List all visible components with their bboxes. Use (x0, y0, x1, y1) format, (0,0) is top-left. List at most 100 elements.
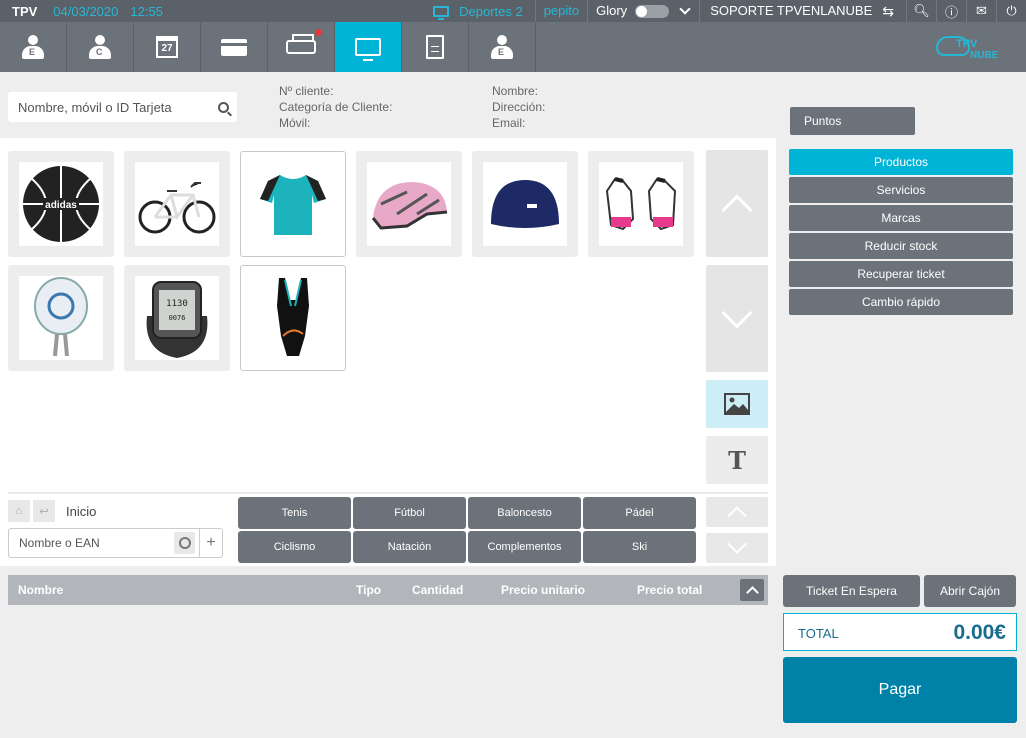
client-number-label: Nº cliente: (279, 84, 334, 98)
breadcrumb-current: Inicio (66, 503, 97, 519)
customer-e-icon: E (22, 35, 44, 59)
add-icon[interactable]: + (199, 529, 222, 557)
ean-search[interactable]: + (8, 528, 223, 558)
points-button[interactable]: Puntos (790, 107, 915, 135)
category-futbol[interactable]: Fútbol (353, 497, 466, 529)
home-icon[interactable]: ⌂ (8, 500, 30, 522)
menu-productos[interactable]: Productos (789, 149, 1013, 175)
pay-button[interactable]: Pagar (783, 657, 1017, 723)
padel-racket-image (19, 276, 103, 360)
swimsuit-image (251, 276, 335, 360)
product-tile-swim-cap[interactable] (472, 151, 578, 257)
scan-target-icon[interactable] (174, 532, 196, 554)
calendar-icon: 27 (156, 36, 178, 58)
svg-text:0076: 0076 (169, 314, 186, 322)
power-icon[interactable]: ⏻ (996, 0, 1026, 22)
breadcrumb: ⌂ ↩ Inicio (8, 500, 96, 522)
bicycle-image (135, 162, 219, 246)
back-icon[interactable]: ↩ (33, 500, 55, 522)
customer-c-icon: C (89, 35, 111, 59)
column-tipo: Tipo (356, 583, 382, 597)
swap-arrows-icon[interactable]: ⇆ (882, 3, 894, 20)
product-area: adidas 1130 0076 T ⌂ ↩ Inicio Nombre o E… (0, 138, 776, 566)
client-email-label: Email: (492, 116, 526, 130)
ticket-hold-button[interactable]: Ticket En Espera (783, 575, 920, 607)
notification-badge (315, 29, 322, 36)
main-toolbar: E C 27 E TPV NUBE (0, 22, 1026, 72)
toolbar-calendar[interactable]: 27 (134, 22, 201, 72)
product-tile-bicycle[interactable] (124, 151, 230, 257)
menu-marcas[interactable]: Marcas (789, 205, 1013, 231)
chevron-down-icon (721, 296, 753, 329)
glory-label: Glory (587, 0, 627, 22)
customer-search[interactable] (8, 92, 237, 122)
ticket-table-header: Nombre Tipo Cantidad Precio unitario Pre… (8, 575, 768, 605)
divider (8, 492, 768, 494)
toolbar-sales-screen[interactable] (335, 22, 402, 72)
toolbar-customer-e[interactable]: E (0, 22, 67, 72)
categories-scroll-down-button[interactable] (706, 533, 768, 563)
chevron-up-icon (721, 193, 753, 226)
total-box: TOTAL 0.00€ (783, 613, 1017, 651)
client-name-label: Nombre: (492, 84, 539, 98)
toolbar-employee-exit[interactable]: E (469, 22, 536, 72)
image-view-button[interactable] (706, 380, 768, 428)
toolbar-documents[interactable] (402, 22, 469, 72)
category-ciclismo[interactable]: Ciclismo (238, 531, 351, 563)
swim-cap-image (483, 162, 567, 246)
chevron-down-icon[interactable] (679, 3, 691, 15)
product-tile-helmet[interactable] (356, 151, 462, 257)
category-padel[interactable]: Pádel (583, 497, 696, 529)
basketball-image: adidas (19, 162, 103, 246)
category-baloncesto[interactable]: Baloncesto (468, 497, 581, 529)
menu-recuperar-ticket[interactable]: Recuperar ticket (789, 261, 1013, 287)
product-tile-gloves[interactable] (588, 151, 694, 257)
ticket-table-body (8, 605, 768, 738)
cash-drawer-icon (286, 34, 316, 54)
product-tile-basketball[interactable]: adidas (8, 151, 114, 257)
help-icon[interactable]: ⓘ (936, 0, 966, 22)
product-tile-padel-racket[interactable] (8, 265, 114, 371)
chevron-down-icon (727, 534, 747, 554)
collapse-ticket-button[interactable] (740, 579, 764, 601)
client-address-label: Dirección: (492, 100, 546, 114)
store-monitor-icon (433, 5, 450, 20)
categories-scroll-up-button[interactable] (706, 497, 768, 527)
client-category-label: Categoría de Cliente: (279, 100, 393, 114)
open-drawer-button[interactable]: Abrir Cajón (924, 575, 1016, 607)
search-icon[interactable] (218, 101, 229, 113)
glory-toggle[interactable] (635, 4, 670, 18)
product-tile-tshirt[interactable] (240, 151, 346, 257)
gloves-image (599, 162, 683, 246)
search-icon[interactable]: 🔍︎ (906, 0, 936, 22)
column-precio-total: Precio total (637, 583, 703, 597)
products-scroll-up-button[interactable] (706, 150, 768, 257)
helmet-image (367, 162, 451, 246)
menu-servicios[interactable]: Servicios (789, 177, 1013, 203)
category-natacion[interactable]: Natación (353, 531, 466, 563)
customer-search-input[interactable] (18, 99, 208, 115)
column-precio-unitario: Precio unitario (501, 583, 586, 597)
product-tile-swimsuit[interactable] (240, 265, 346, 371)
image-icon (724, 393, 750, 415)
store-name[interactable]: Deportes 2 (459, 4, 523, 19)
client-mobile-label: Móvil: (279, 116, 311, 130)
toolbar-cash-drawer[interactable] (268, 22, 335, 72)
text-view-button[interactable]: T (706, 436, 768, 484)
menu-reducir-stock[interactable]: Reducir stock (789, 233, 1013, 259)
current-time: 12:55 (130, 3, 163, 19)
support-label[interactable]: SOPORTE TPVENLANUBE (699, 0, 872, 22)
toolbar-card[interactable] (201, 22, 268, 72)
menu-cambio-rapido[interactable]: Cambio rápido (789, 289, 1013, 315)
category-ski[interactable]: Ski (583, 531, 696, 563)
product-tile-sport-watch[interactable]: 1130 0076 (124, 265, 230, 371)
products-scroll-down-button[interactable] (706, 265, 768, 372)
ean-input[interactable] (19, 536, 174, 550)
category-tenis[interactable]: Tenis (238, 497, 351, 529)
user-name[interactable]: pepito (534, 0, 579, 22)
tpvnube-logo: TPV NUBE (936, 32, 1002, 64)
toolbar-customer-c[interactable]: C (67, 22, 134, 72)
mail-icon[interactable]: ✉ (966, 0, 996, 22)
category-complementos[interactable]: Complementos (468, 531, 581, 563)
column-nombre: Nombre (18, 583, 64, 597)
